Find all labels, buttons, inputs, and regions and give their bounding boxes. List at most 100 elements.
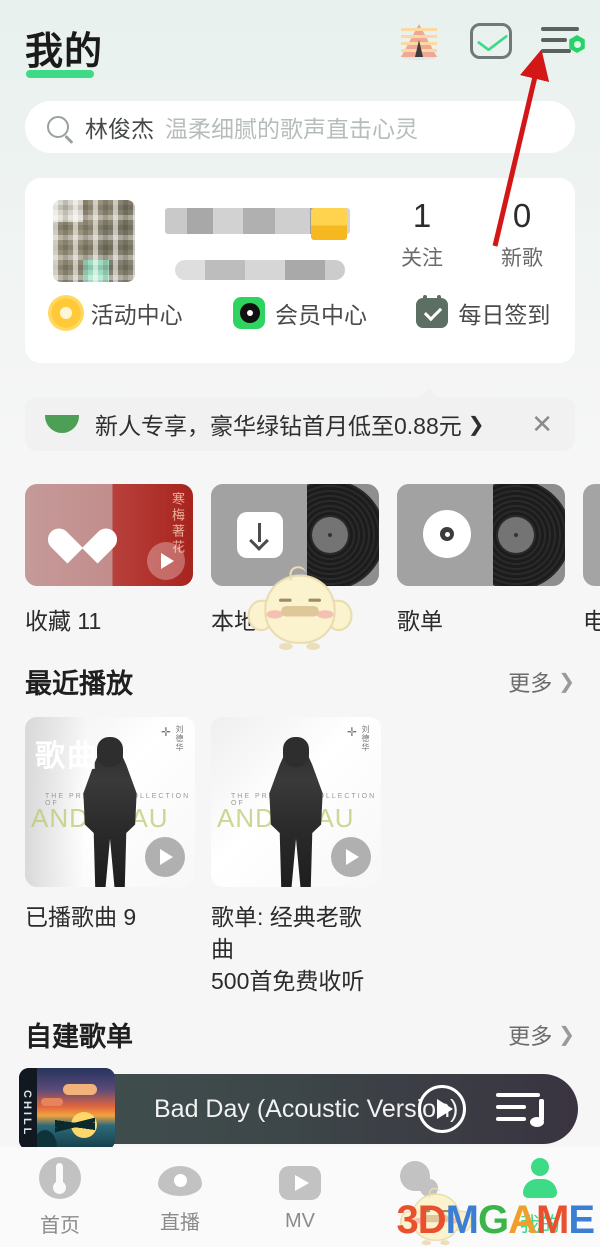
nav-item-mv[interactable]: MV bbox=[240, 1147, 360, 1247]
promo-notch bbox=[419, 389, 439, 398]
nav-item-home[interactable]: 首页 bbox=[0, 1147, 120, 1247]
radio-thumb bbox=[583, 484, 600, 586]
nav-item-live-label: 直播 bbox=[160, 1211, 200, 1234]
shortcut-playlist[interactable]: 歌单 bbox=[397, 484, 565, 636]
entry-daily-signin-label: 每日签到 bbox=[458, 302, 551, 328]
promo-banner[interactable]: 新人专享，豪华绿钻首月低至0.88元 ❯ ✕ bbox=[25, 389, 575, 451]
album-badge-text: 刘德华 bbox=[175, 725, 184, 752]
album-star-mark: ✛ bbox=[160, 725, 171, 739]
entry-daily-signin[interactable]: 每日签到 bbox=[392, 295, 575, 330]
player-cover-label: CHILL bbox=[21, 1090, 33, 1138]
list-item[interactable]: THE PREMIERE COLLECTION OF ANDY LAU ✛ 刘德… bbox=[25, 717, 195, 997]
entry-vip-center-label: 会员中心 bbox=[274, 302, 367, 328]
stat-following-label: 关注 bbox=[401, 247, 443, 270]
stat-newsongs-value: 0 bbox=[512, 197, 532, 234]
title-underline bbox=[26, 70, 94, 78]
playlist-section-header: 自建歌单 更多 ❯ bbox=[25, 1015, 575, 1054]
playlist-section-title: 自建歌单 bbox=[25, 1022, 133, 1052]
shortcut-favorites[interactable]: 寒梅著花 收藏 11 bbox=[25, 484, 193, 636]
play-icon[interactable] bbox=[145, 837, 185, 877]
list-item[interactable]: THE PREMIERE COLLECTION OF ANDY LAU ✛ 刘德… bbox=[211, 717, 381, 997]
tent-icon[interactable] bbox=[396, 18, 442, 64]
stat-newsongs[interactable]: 0 新歌 bbox=[491, 196, 553, 272]
profile-card[interactable]: 1 关注 0 新歌 活动中心 会员中心 每日签到 bbox=[25, 178, 575, 363]
username-badge-blurred bbox=[311, 208, 347, 240]
green-diamond-icon bbox=[45, 415, 79, 433]
player-album-art[interactable]: CHILL bbox=[19, 1068, 115, 1150]
shortcut-playlist-label: 歌单 bbox=[397, 608, 443, 634]
brand-watermark: 3DMGAME bbox=[397, 1198, 595, 1243]
profile-entry-row: 活动中心 会员中心 每日签到 bbox=[25, 295, 575, 330]
avatar[interactable] bbox=[53, 200, 135, 282]
search-placeholder: 温柔细腻的歌声直击心灵 bbox=[165, 116, 418, 142]
recent-more-label: 更多 bbox=[508, 670, 553, 696]
entry-activity-center[interactable]: 活动中心 bbox=[25, 296, 208, 330]
promo-close-icon[interactable]: ✕ bbox=[531, 409, 553, 440]
album-art: THE PREMIERE COLLECTION OF ANDY LAU ✛ 刘德… bbox=[211, 717, 381, 887]
vip-record-icon bbox=[232, 297, 265, 329]
nav-item-mv-label: MV bbox=[285, 1209, 315, 1232]
player-song-title: Bad Day (Acoustic Version) bbox=[154, 1094, 459, 1123]
nav-item-home-label: 首页 bbox=[40, 1214, 80, 1237]
recent-played-list: THE PREMIERE COLLECTION OF ANDY LAU ✛ 刘德… bbox=[25, 717, 381, 997]
shortcut-radio[interactable]: 电台 bbox=[583, 484, 600, 636]
recent-section-header: 最近播放 更多 ❯ bbox=[25, 662, 575, 701]
wm-char: 3 bbox=[396, 1198, 419, 1242]
chevron-right-icon: ❯ bbox=[558, 671, 575, 693]
wm-char: M bbox=[535, 1198, 569, 1242]
list-item-title: 已播歌曲 9 bbox=[25, 904, 137, 930]
home-icon bbox=[39, 1156, 81, 1199]
page-header: 我的 bbox=[0, 0, 600, 92]
album-overlay-label: 歌曲 bbox=[35, 740, 99, 773]
header-icon-group bbox=[396, 18, 586, 64]
favorites-thumb: 寒梅著花 bbox=[25, 484, 193, 586]
entry-vip-center[interactable]: 会员中心 bbox=[208, 296, 391, 330]
playlist-queue-icon[interactable] bbox=[496, 1089, 544, 1129]
stat-newsongs-label: 新歌 bbox=[501, 247, 543, 270]
album-star-mark: ✛ bbox=[346, 725, 357, 739]
mail-icon[interactable] bbox=[468, 18, 514, 64]
playlist-thumb bbox=[397, 484, 565, 586]
promo-chevron-icon: ❯ bbox=[467, 413, 485, 436]
live-eye-icon bbox=[158, 1165, 202, 1196]
mv-play-icon bbox=[279, 1165, 321, 1200]
wm-char: A bbox=[508, 1198, 537, 1242]
app-screen: 我的 林俊杰 温柔细腻的歌声直击心灵 1 关注 0 新歌 活动中心 会员中心 每… bbox=[0, 0, 600, 1247]
promo-text: 新人专享，豪华绿钻首月低至0.88元 bbox=[95, 413, 462, 439]
calendar-check-icon bbox=[416, 295, 449, 328]
settings-menu-icon[interactable] bbox=[540, 18, 586, 64]
user-subtitle-blurred bbox=[175, 260, 345, 280]
nav-item-live[interactable]: 直播 bbox=[120, 1147, 240, 1247]
wm-char: M bbox=[445, 1198, 479, 1242]
entry-activity-center-label: 活动中心 bbox=[90, 302, 183, 328]
search-input[interactable]: 林俊杰 温柔细腻的歌声直击心灵 bbox=[25, 101, 575, 153]
profile-person-icon bbox=[520, 1157, 560, 1198]
search-keyword: 林俊杰 bbox=[85, 116, 154, 142]
recent-section-title: 最近播放 bbox=[25, 669, 133, 699]
shortcut-favorites-label: 收藏 11 bbox=[25, 608, 102, 634]
cd-icon bbox=[423, 510, 471, 558]
heart-icon bbox=[61, 514, 103, 552]
chevron-right-icon: ❯ bbox=[558, 1024, 575, 1046]
recent-more-button[interactable]: 更多 ❯ bbox=[508, 666, 575, 698]
mini-player-bar[interactable]: CHILL Bad Day (Acoustic Version) bbox=[19, 1068, 578, 1150]
wm-char: E bbox=[568, 1198, 595, 1242]
duck-watermark bbox=[247, 564, 353, 651]
play-icon[interactable] bbox=[147, 542, 185, 580]
playlist-more-button[interactable]: 更多 ❯ bbox=[508, 1019, 575, 1051]
album-badge-text: 刘德华 bbox=[361, 725, 370, 752]
sun-icon bbox=[50, 298, 81, 328]
play-icon[interactable] bbox=[331, 837, 371, 877]
profile-stats: 1 关注 0 新歌 bbox=[391, 196, 553, 272]
list-item-title: 歌单: 经典老歌曲 500首免费收听 bbox=[211, 904, 365, 994]
wm-char: D bbox=[417, 1198, 447, 1242]
playlist-more-label: 更多 bbox=[508, 1023, 553, 1049]
wm-char: G bbox=[477, 1198, 509, 1242]
page-title: 我的 bbox=[25, 31, 104, 73]
download-icon bbox=[237, 512, 283, 558]
stat-following[interactable]: 1 关注 bbox=[391, 196, 453, 272]
stat-following-value: 1 bbox=[412, 197, 432, 234]
shortcut-radio-label: 电台 bbox=[583, 608, 600, 634]
play-icon[interactable] bbox=[418, 1085, 466, 1133]
album-art: THE PREMIERE COLLECTION OF ANDY LAU ✛ 刘德… bbox=[25, 717, 195, 887]
